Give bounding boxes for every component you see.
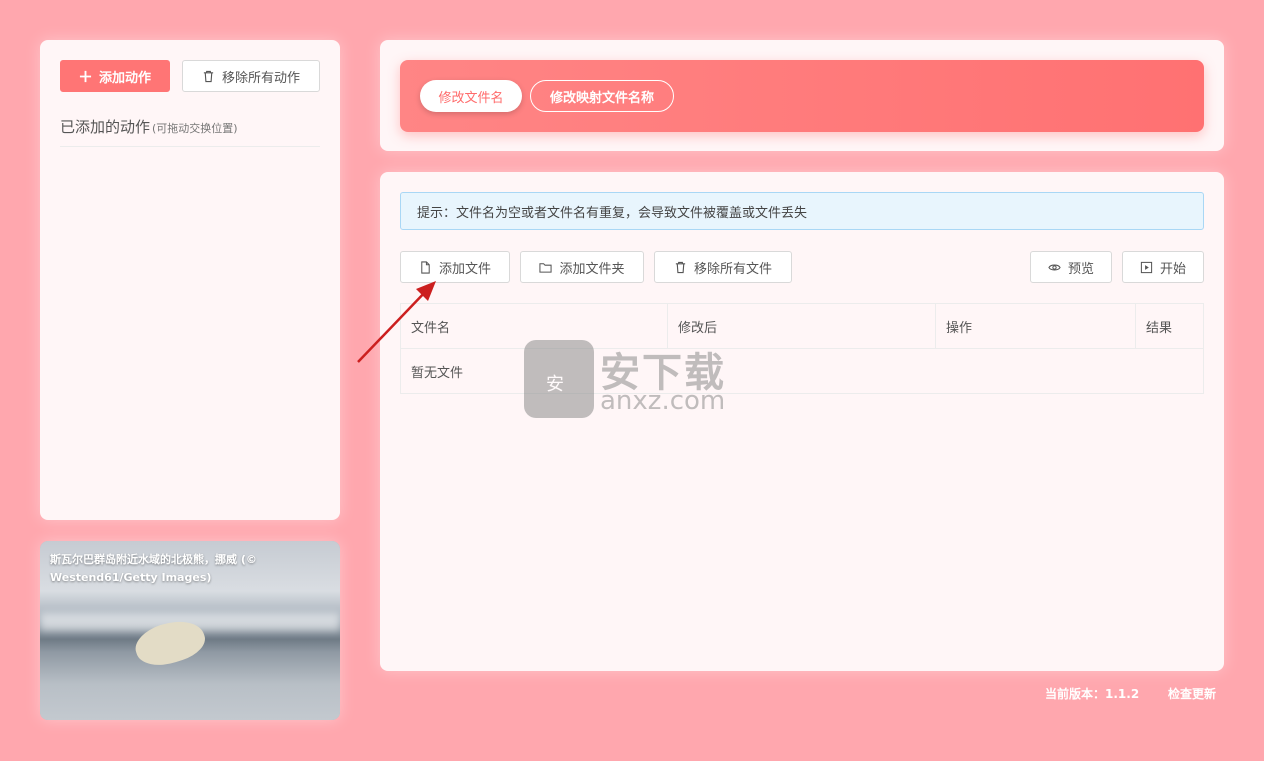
- tab-rename-mapping[interactable]: 修改映射文件名称: [530, 80, 674, 112]
- tip-alert: 提示：文件名为空或者文件名有重复，会导致文件被覆盖或文件丢失: [400, 192, 1204, 230]
- watermark-shield-text: 安: [546, 374, 564, 395]
- table-header-row: 文件名 修改后 操作 结果: [400, 303, 1204, 349]
- divider: [60, 146, 320, 147]
- empty-table-message: 暂无文件: [400, 348, 1204, 394]
- actions-panel: 添加动作 移除所有动作 已添加的动作 (可拖动交换位置): [40, 40, 340, 520]
- version-label: 当前版本：1.1.2: [1045, 687, 1140, 701]
- column-header-result: 结果: [1135, 303, 1204, 349]
- add-folder-button[interactable]: 添加文件夹: [520, 251, 644, 283]
- eye-icon: [1048, 264, 1061, 270]
- added-actions-title-text: 已添加的动作: [60, 118, 151, 136]
- tab-rename-files[interactable]: 修改文件名: [420, 80, 522, 112]
- add-file-label: 添加文件: [438, 261, 491, 277]
- watermark-bag-icon: 安: [524, 340, 594, 418]
- added-actions-title: 已添加的动作 (可拖动交换位置): [60, 116, 238, 137]
- wallpaper-caption: 斯瓦尔巴群岛附近水域的北极熊，挪威 (© Westend61/Getty Ima…: [50, 553, 257, 584]
- mode-panel: 修改文件名 修改映射文件名称: [380, 40, 1224, 151]
- add-action-label: 添加动作: [98, 70, 151, 86]
- table-row: 暂无文件: [400, 348, 1204, 394]
- plus-icon: [79, 70, 92, 82]
- file-table: 文件名 修改后 操作 结果 暂无文件: [400, 303, 1204, 394]
- folder-icon: [539, 262, 553, 273]
- start-label: 开始: [1159, 261, 1186, 277]
- add-action-button[interactable]: 添加动作: [60, 60, 170, 92]
- files-panel: 提示：文件名为空或者文件名有重复，会导致文件被覆盖或文件丢失 添加文件 添加文件…: [380, 172, 1224, 671]
- trash-icon: [675, 261, 686, 273]
- add-folder-label: 添加文件夹: [559, 261, 625, 277]
- check-update-link[interactable]: 检查更新: [1168, 685, 1216, 702]
- remove-all-actions-button[interactable]: 移除所有动作: [182, 60, 320, 92]
- annotation-arrow-icon: [357, 281, 436, 363]
- remove-all-actions-label: 移除所有动作: [221, 70, 300, 86]
- remove-all-files-button[interactable]: 移除所有文件: [654, 251, 792, 283]
- remove-all-files-label: 移除所有文件: [693, 261, 772, 277]
- trash-icon: [203, 70, 214, 82]
- mode-tab-bar: 修改文件名 修改映射文件名称: [400, 60, 1204, 132]
- preview-button[interactable]: 预览: [1030, 251, 1112, 283]
- play-square-icon: [1140, 261, 1153, 273]
- start-button[interactable]: 开始: [1122, 251, 1204, 283]
- column-header-action: 操作: [935, 303, 1136, 349]
- added-actions-hint: (可拖动交换位置): [152, 122, 238, 135]
- wallpaper-card: 斯瓦尔巴群岛附近水域的北极熊，挪威 (© Westend61/Getty Ima…: [40, 541, 340, 720]
- preview-label: 预览: [1067, 261, 1094, 277]
- file-icon: [421, 260, 430, 274]
- watermark-domain: anxz.com: [600, 386, 726, 416]
- watermark: 安 安下载 anxz.com: [524, 340, 754, 420]
